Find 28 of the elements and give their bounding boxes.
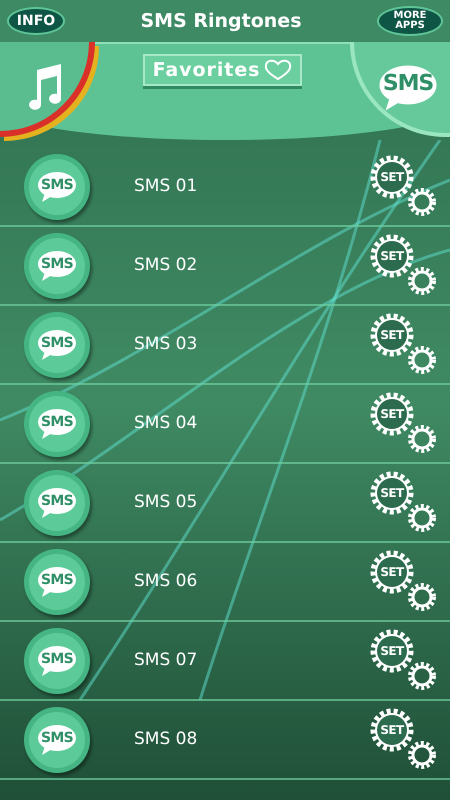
more-apps-button[interactable]: MORE APPS	[377, 6, 443, 36]
set-button[interactable]: SET	[368, 392, 438, 456]
set-button[interactable]: SET	[368, 708, 438, 772]
ringtone-label: SMS 02	[134, 254, 198, 277]
play-button[interactable]: SMS	[24, 232, 90, 298]
ringtone-label: SMS 06	[134, 570, 198, 593]
ringtone-label: SMS 05	[134, 490, 198, 514]
ringtone-label: SMS 01	[134, 174, 198, 198]
sms-panel[interactable]: SMS	[350, 42, 450, 137]
set-button[interactable]: SET	[368, 550, 438, 614]
info-button[interactable]: INFO	[7, 7, 65, 35]
play-button[interactable]: SMS	[24, 390, 90, 456]
play-button[interactable]: SMS	[24, 312, 90, 378]
set-button[interactable]: SET	[368, 234, 438, 298]
play-button[interactable]: SMS	[24, 548, 90, 614]
app-title: SMS Ringtones	[140, 8, 302, 34]
ringtone-label: SMS 04	[134, 412, 198, 435]
set-button[interactable]: SET	[368, 154, 438, 218]
ringtone-label: SMS 07	[134, 648, 198, 672]
play-button[interactable]: SMS	[24, 628, 90, 694]
play-button[interactable]: SMS	[24, 470, 90, 536]
set-button[interactable]: SET	[368, 628, 438, 692]
play-button[interactable]: SMS	[24, 706, 90, 772]
ringtone-label: SMS 03	[134, 332, 198, 356]
ringtone-label: SMS 08	[134, 728, 198, 751]
set-button[interactable]: SET	[368, 470, 438, 534]
play-button[interactable]: SMS	[24, 154, 90, 220]
set-button[interactable]: SET	[368, 312, 438, 376]
